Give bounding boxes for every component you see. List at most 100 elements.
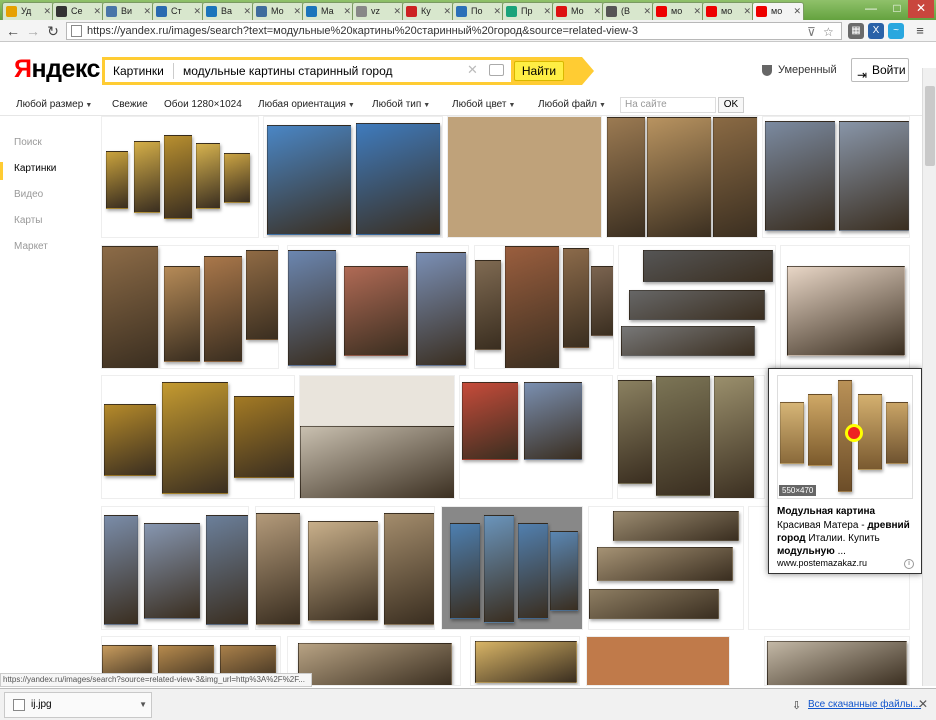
close-tab-icon[interactable]: ✕ [443,3,451,19]
browser-tab[interactable]: Ва ✕ [202,2,254,20]
image-thumbnail[interactable] [764,636,910,686]
browser-tab[interactable]: По ✕ [452,2,504,20]
browser-tab[interactable]: Ма ✕ [302,2,354,20]
close-tab-icon[interactable]: ✕ [243,3,251,19]
image-thumbnail[interactable] [780,245,910,369]
safe-search-toggle[interactable]: Умеренный [762,64,837,76]
close-tab-icon[interactable]: ✕ [743,3,751,19]
filter-dropdown[interactable]: Обои 1280×1024 [164,99,242,110]
close-tab-icon[interactable]: ✕ [493,3,501,19]
filter-dropdown[interactable]: Любая ориентация ▼ [258,99,355,110]
vertical-scrollbar[interactable] [922,68,936,686]
image-thumbnail[interactable] [618,245,776,369]
close-tab-icon[interactable]: ✕ [393,3,401,19]
sidebar-item[interactable]: Видео [14,189,43,200]
yandex-logo[interactable]: Яндекс [14,55,100,84]
image-thumbnail[interactable] [299,375,455,499]
ok-button[interactable]: OK [718,97,744,113]
address-bar[interactable]: https://yandex.ru/images/search?text=мод… [66,22,842,40]
image-thumbnail[interactable] [459,375,613,499]
close-tab-icon[interactable]: ✕ [143,3,151,19]
preview-title[interactable]: Модульная картина [777,506,875,517]
image-thumbnail[interactable] [588,506,744,630]
info-icon[interactable]: i [904,559,914,569]
all-downloads-link[interactable]: Все скачанные файлы... [808,699,921,710]
preview-site-link[interactable]: www.postemazakaz.ru [777,558,867,568]
close-tab-icon[interactable]: ✕ [193,3,201,19]
search-query[interactable]: модульные картины старинный город [183,64,393,78]
close-tab-icon[interactable]: ✕ [643,3,651,19]
filter-dropdown[interactable]: Свежие [112,99,148,110]
reload-icon[interactable]: ↻ [44,22,62,40]
back-arrow-icon[interactable]: ← [4,22,22,40]
image-thumbnail[interactable] [470,636,580,686]
filter-dropdown[interactable]: Любой файл ▼ [538,99,606,110]
extension-icon[interactable]: ▦ [848,23,864,39]
image-thumbnail[interactable] [101,245,279,369]
site-filter-input[interactable]: На сайте [620,97,716,113]
image-thumbnail[interactable] [617,375,765,499]
sidebar-item[interactable]: Карты [14,215,43,226]
camera-icon[interactable] [489,64,504,76]
image-thumbnail[interactable] [287,245,469,369]
search-input[interactable]: Картинки модульные картины старинный гор… [105,60,511,82]
close-window-button[interactable]: ✕ [908,0,934,18]
close-tab-icon[interactable]: ✕ [93,3,101,19]
close-tab-icon[interactable]: ✕ [793,3,801,19]
filter-dropdown[interactable]: Любой цвет ▼ [452,99,515,110]
image-thumbnail[interactable] [101,116,259,238]
browser-tab[interactable]: Ви ✕ [102,2,154,20]
browser-tab[interactable]: мо ✕ [702,2,754,20]
bookmark-star-icon[interactable]: ☆ [823,24,834,39]
image-thumbnail[interactable] [101,375,295,499]
browser-tab[interactable]: мо ✕ [652,2,704,20]
image-thumbnail[interactable] [474,245,614,369]
browser-tab[interactable]: (В ✕ [602,2,654,20]
close-tab-icon[interactable]: ✕ [293,3,301,19]
browser-tab[interactable]: Пр ✕ [502,2,554,20]
translate-icon[interactable]: ⊽ [807,24,816,39]
image-thumbnail[interactable] [287,636,461,686]
close-tab-icon[interactable]: ✕ [543,3,551,19]
image-thumbnail[interactable] [101,506,249,630]
image-thumbnail[interactable] [263,116,443,238]
filter-dropdown[interactable]: Любой тип ▼ [372,99,430,110]
login-button[interactable]: ⇥ Войти [851,58,909,82]
browser-tab[interactable]: Мо ✕ [552,2,604,20]
browser-tab[interactable]: Ку ✕ [402,2,454,20]
close-tab-icon[interactable]: ✕ [593,3,601,19]
image-thumbnail[interactable] [762,116,910,238]
sidebar-item[interactable]: Картинки [14,163,56,174]
filter-dropdown[interactable]: Любой размер ▼ [16,99,92,110]
image-thumbnail[interactable] [447,116,602,238]
close-icon[interactable]: ✕ [918,697,928,711]
forward-arrow-icon[interactable]: → [24,22,42,40]
browser-tab[interactable]: Ст ✕ [152,2,204,20]
sidebar-item[interactable]: Поиск [14,137,42,148]
extension-icon[interactable]: ~ [888,23,904,39]
image-thumbnail[interactable] [606,116,758,238]
close-tab-icon[interactable]: ✕ [43,3,51,19]
maximize-button[interactable]: □ [884,0,910,18]
extension-icon[interactable]: X [868,23,884,39]
image-thumbnail[interactable] [586,636,730,686]
find-button[interactable]: Найти [514,61,564,81]
image-thumbnail[interactable] [255,506,435,630]
download-item[interactable]: ij.jpg ▼ [4,692,152,718]
browser-tab[interactable]: Мо ✕ [252,2,304,20]
sidebar-item[interactable]: Маркет [14,241,48,252]
scrollbar-thumb[interactable] [925,86,935,166]
image-preview-popup[interactable]: 550×470 Модульная картина Красивая Матер… [768,368,922,574]
chevron-down-icon[interactable]: ▼ [139,693,147,717]
service-label[interactable]: Картинки [113,64,164,78]
image-thumbnail[interactable] [441,506,583,630]
menu-icon[interactable]: ≡ [912,23,928,39]
clear-icon[interactable]: ✕ [467,62,478,78]
minimize-button[interactable]: — [858,0,884,18]
browser-tab[interactable]: vz ✕ [352,2,404,20]
browser-tab[interactable]: мо ✕ [752,2,804,20]
close-tab-icon[interactable]: ✕ [343,3,351,19]
browser-tab[interactable]: Се ✕ [52,2,104,20]
close-tab-icon[interactable]: ✕ [693,3,701,19]
browser-tab[interactable]: Уд ✕ [2,2,54,20]
